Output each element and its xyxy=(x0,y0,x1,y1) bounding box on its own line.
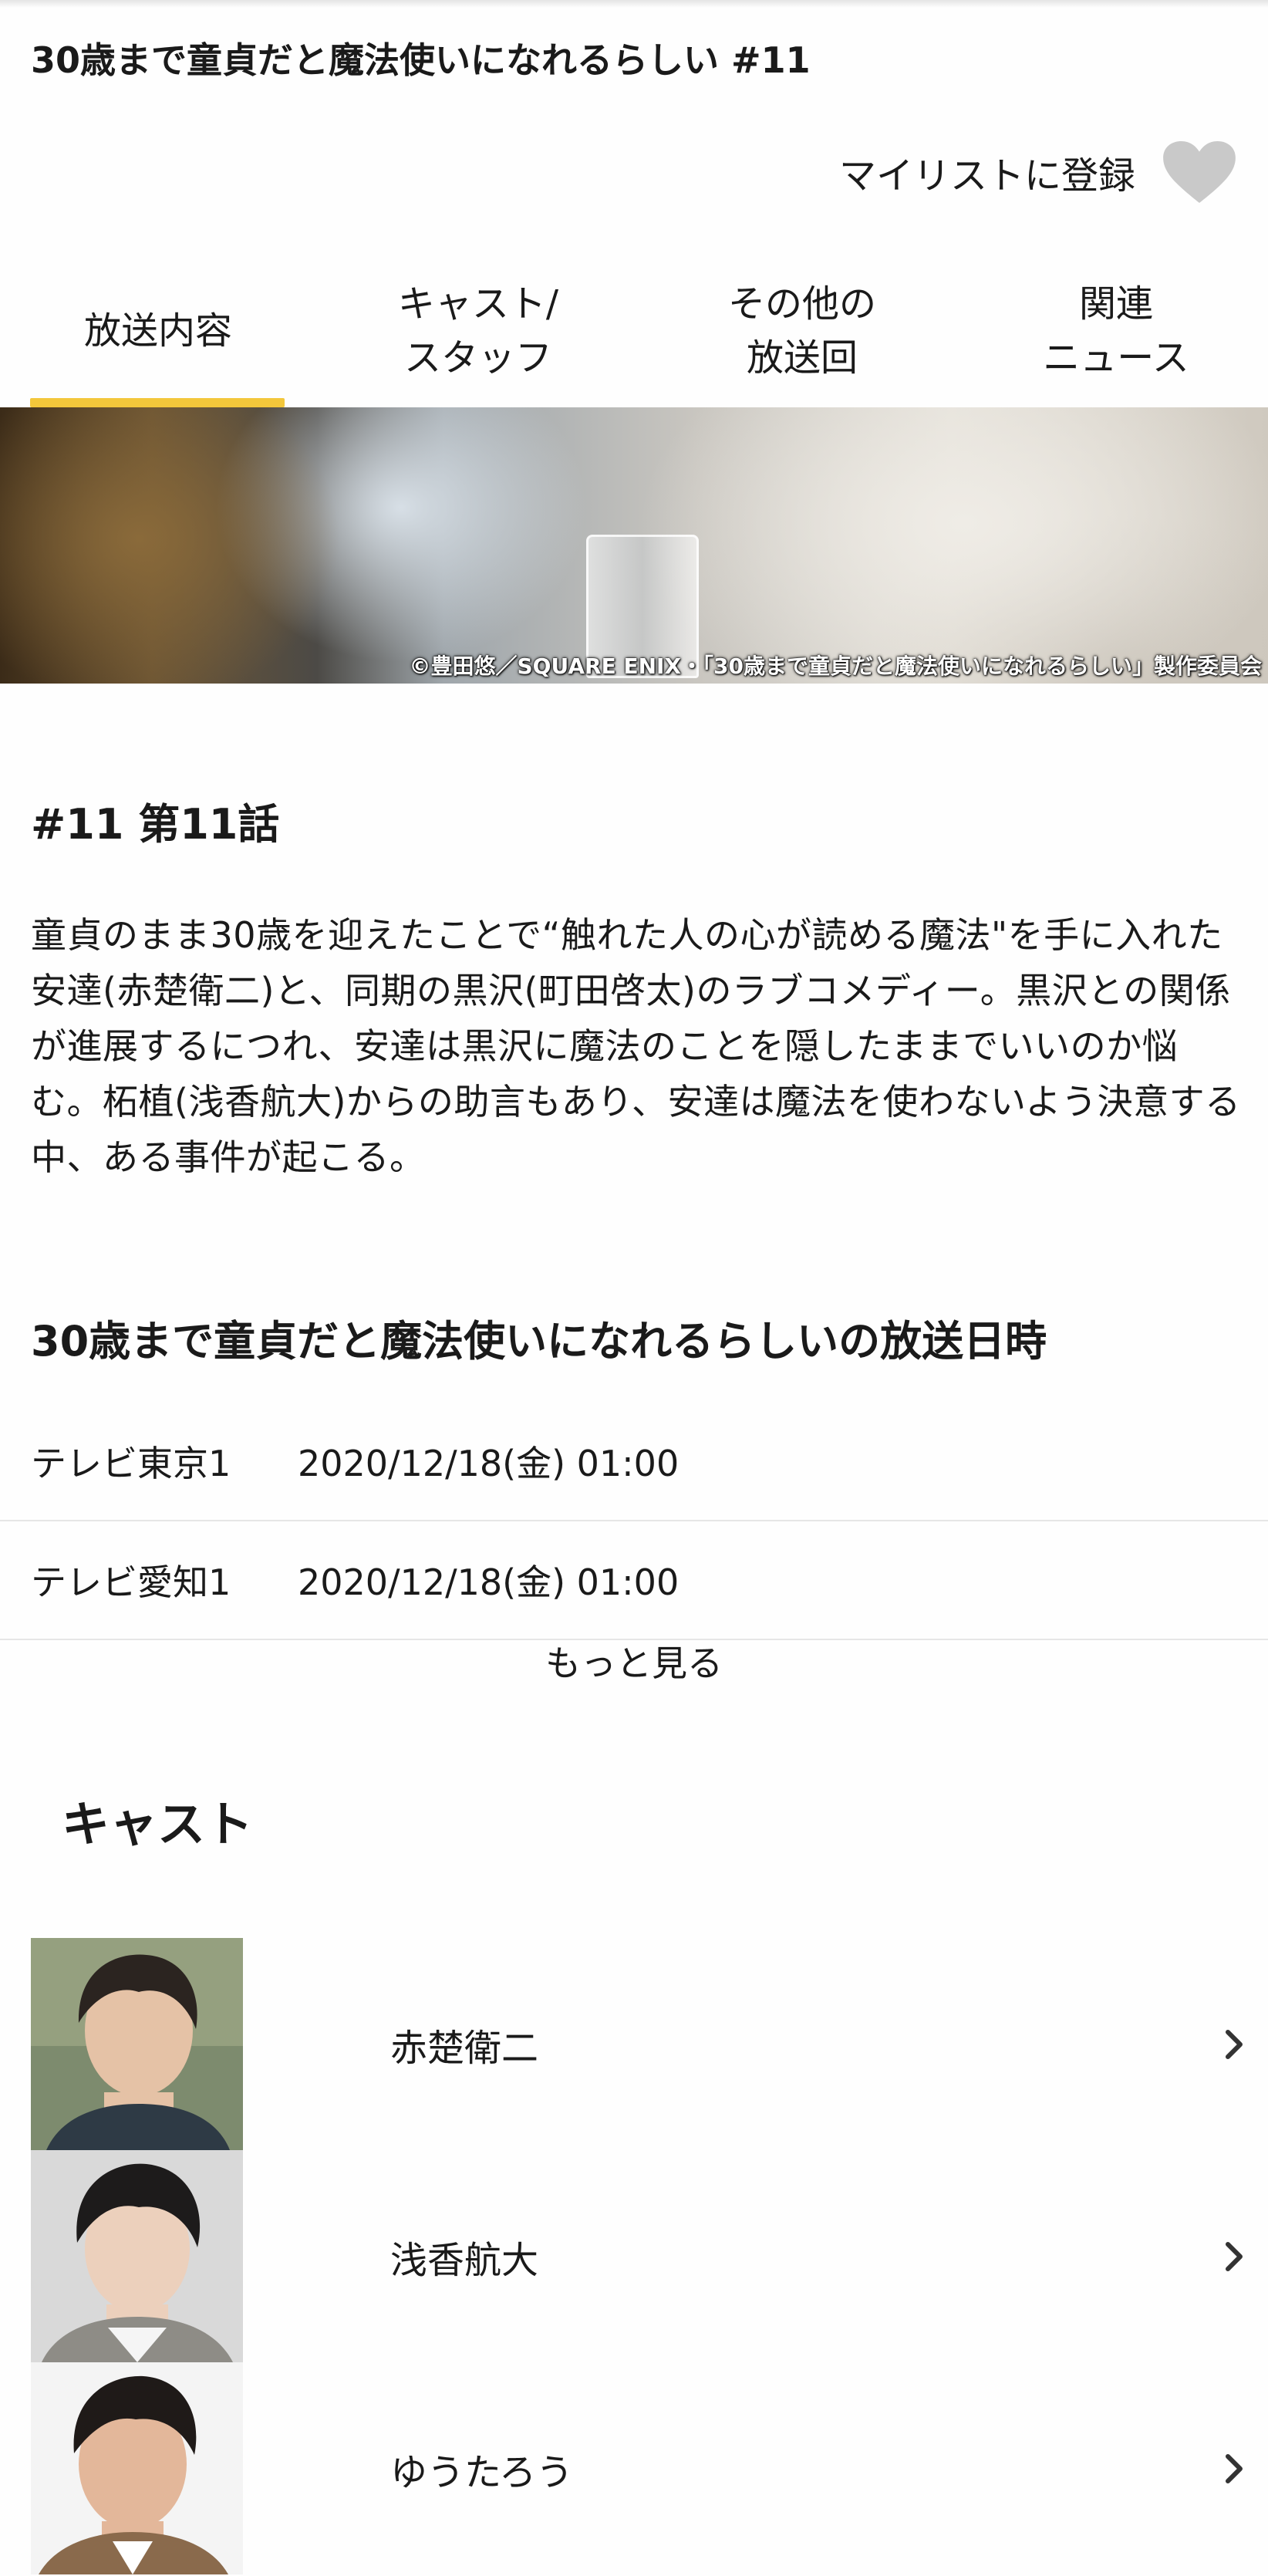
schedule-row[interactable]: テレビ東京1 2020/12/18(金) 01:00 xyxy=(0,1403,1268,1521)
page-title: 30歳まで童貞だと魔法使いになれるらしい #11 xyxy=(31,39,811,81)
tab-broadcast-content[interactable]: 放送内容 xyxy=(0,255,316,407)
episode-synopsis: 童貞のまま30歳を迎えたことで“触れた人の心が読める魔法"を手に入れた安達(赤楚… xyxy=(31,914,1241,1178)
episode-hero-image: ©豊田悠／SQUARE ENIX・「30歳まで童貞だと魔法使いになれるらしい」製… xyxy=(0,407,1268,684)
station-name: テレビ愛知1 xyxy=(31,1561,231,1603)
active-tab-indicator xyxy=(30,398,285,407)
tab-label: キャスト/ スタッフ xyxy=(397,282,559,380)
chevron-right-icon xyxy=(1226,2241,1243,2271)
tab-other-episodes[interactable]: その他の 放送回 xyxy=(640,255,964,407)
tab-label: その他の 放送回 xyxy=(727,282,876,380)
chevron-right-icon xyxy=(1226,2453,1243,2483)
cast-item[interactable]: 赤楚衛二 xyxy=(0,1938,1268,2150)
station-name: テレビ東京1 xyxy=(31,1443,231,1484)
tab-related-news[interactable]: 関連 ニュース xyxy=(964,255,1268,407)
tab-cast-staff[interactable]: キャスト/ スタッフ xyxy=(316,255,640,407)
cast-list: 赤楚衛二 浅香航大 ゆうたろう xyxy=(0,1938,1268,2574)
add-to-mylist-button[interactable]: マイリストに登録 xyxy=(839,137,1237,207)
air-datetime: 2020/12/18(金) 01:00 xyxy=(298,1561,680,1603)
air-datetime: 2020/12/18(金) 01:00 xyxy=(298,1443,680,1484)
mylist-label: マイリストに登録 xyxy=(838,154,1135,198)
cast-photo xyxy=(31,1938,243,2150)
cast-item[interactable]: ゆうたろう xyxy=(0,2362,1268,2574)
tab-bar: 放送内容 キャスト/ スタッフ その他の 放送回 関連 ニュース xyxy=(0,255,1268,408)
cast-name: 赤楚衛二 xyxy=(390,2026,539,2070)
show-more-link[interactable]: もっと見る xyxy=(0,1636,1268,1686)
program-detail-page: 30歳まで童貞だと魔法使いになれるらしい #11 マイリストに登録 放送内容 キ… xyxy=(0,0,1268,2576)
image-credit: ©豊田悠／SQUARE ENIX・「30歳まで童貞だと魔法使いになれるらしい」製… xyxy=(409,653,1262,679)
tab-label: 関連 ニュース xyxy=(1043,282,1189,380)
cast-item[interactable]: 浅香航大 xyxy=(0,2150,1268,2362)
cast-name: 浅香航大 xyxy=(390,2238,539,2282)
broadcast-schedule: テレビ東京1 2020/12/18(金) 01:00 テレビ愛知1 2020/1… xyxy=(0,1403,1268,1640)
tab-label: 放送内容 xyxy=(83,309,232,353)
heart-icon xyxy=(1163,140,1236,204)
cast-heading: キャスト xyxy=(62,1796,254,1852)
broadcast-schedule-heading: 30歳まで童貞だと魔法使いになれるらしいの放送日時 xyxy=(31,1317,1047,1366)
episode-title: #11 第11話 xyxy=(31,800,280,849)
cast-name: ゆうたろう xyxy=(390,2450,574,2494)
schedule-row[interactable]: テレビ愛知1 2020/12/18(金) 01:00 xyxy=(0,1521,1268,1640)
status-shadow xyxy=(0,0,1268,8)
cast-photo xyxy=(31,2362,243,2574)
cast-photo xyxy=(31,2150,243,2362)
chevron-right-icon xyxy=(1226,2029,1243,2059)
